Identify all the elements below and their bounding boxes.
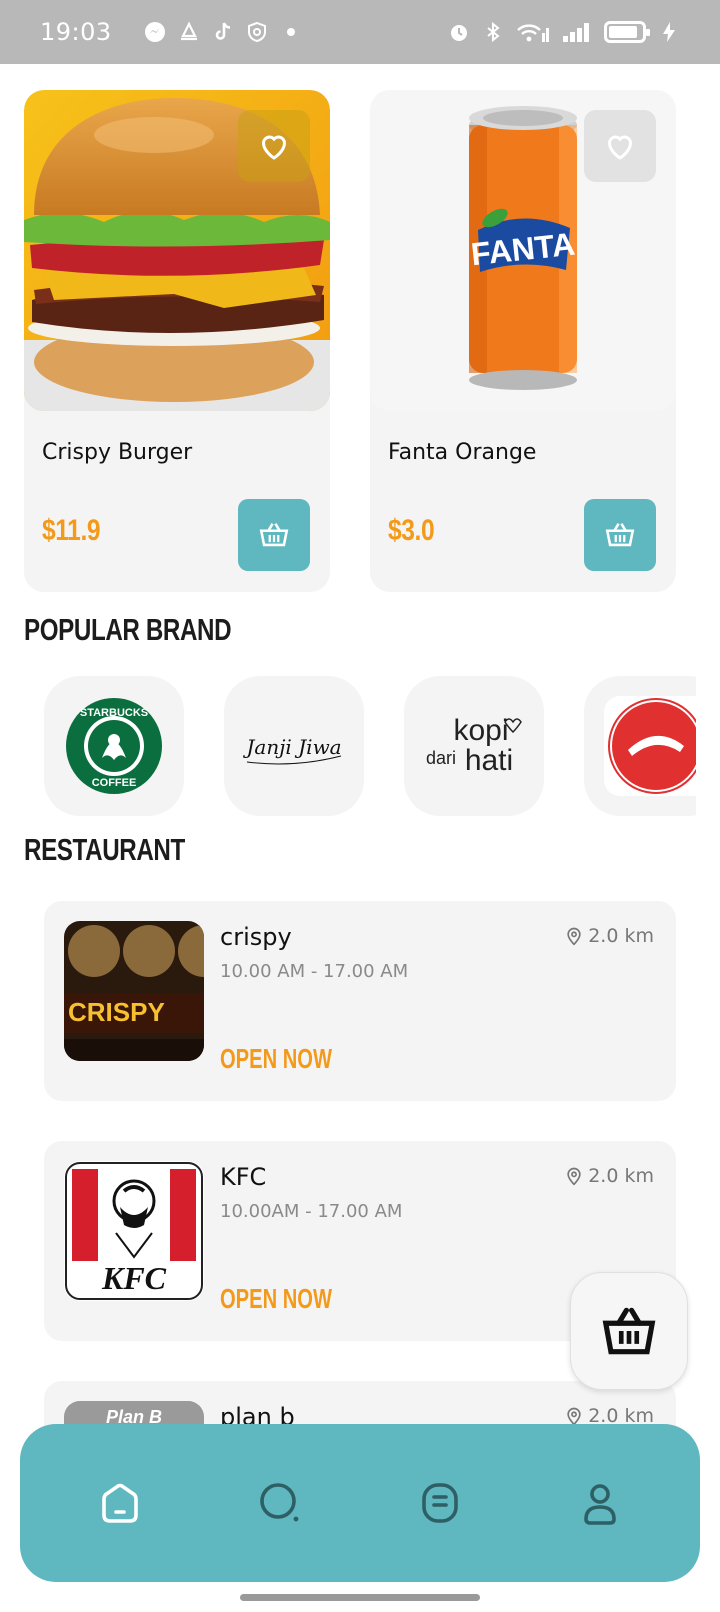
status-notification-icons <box>144 21 302 43</box>
wifi-icon <box>516 21 550 43</box>
distance-value: 2.0 km <box>588 925 654 947</box>
crispy-storefront-photo: CRISPY <box>64 921 204 1061</box>
product-name: Fanta Orange <box>388 440 537 465</box>
tiktok-icon <box>212 21 234 43</box>
charging-icon <box>658 21 680 43</box>
restaurant-distance: 2.0 km <box>564 925 654 947</box>
pizza-hut-logo <box>604 696 696 796</box>
nav-search[interactable] <box>240 1463 320 1543</box>
dot-icon <box>280 21 302 43</box>
kopi-dari-hati-logo: kopi dari hati <box>426 714 522 777</box>
restaurant-distance: 2.0 km <box>564 1165 654 1187</box>
search-icon <box>260 1483 299 1522</box>
notification-icon <box>178 21 200 43</box>
favorite-button[interactable] <box>584 110 656 182</box>
basket-icon <box>602 1307 656 1355</box>
nav-home[interactable] <box>80 1463 160 1543</box>
crispy-thumb-text: CRISPY <box>68 997 165 1027</box>
floating-cart-button[interactable] <box>570 1272 688 1390</box>
location-pin-icon <box>567 1167 581 1186</box>
product-card[interactable]: Crispy Burger $11.9 <box>24 90 330 592</box>
nav-profile[interactable] <box>560 1463 640 1543</box>
add-to-cart-button[interactable] <box>238 499 310 571</box>
profile-icon <box>584 1484 616 1525</box>
product-card[interactable]: FANTA Fanta Orange $3.0 <box>370 90 676 592</box>
alarm-icon <box>448 21 470 43</box>
orders-icon <box>422 1483 458 1523</box>
starbucks-logo: STARBUCKS COFFEE <box>66 698 162 794</box>
status-bar: 19:03 <box>0 0 720 64</box>
status-time: 19:03 <box>40 18 112 46</box>
basket-icon <box>259 523 289 547</box>
open-status: OPEN NOW <box>220 1043 333 1074</box>
restaurant-card[interactable]: CRISPY crispy 10.00 AM - 17.00 AM 2.0 km… <box>44 901 676 1101</box>
product-name: Crispy Burger <box>42 440 193 465</box>
restaurant-hours: 10.00AM - 17.00 AM <box>220 1201 403 1222</box>
add-to-cart-button[interactable] <box>584 499 656 571</box>
bluetooth-icon <box>482 21 504 43</box>
product-price: $3.0 <box>388 514 435 547</box>
distance-value: 2.0 km <box>588 1165 654 1187</box>
home-indicator[interactable] <box>240 1594 480 1601</box>
kopi-dari-hati-logo-top: kopi <box>453 714 508 747</box>
kopi-dari-hati-logo-bottom: hati <box>465 744 513 777</box>
restaurant-name: KFC <box>220 1163 267 1191</box>
restaurant-name: crispy <box>220 923 292 951</box>
brand-starbucks[interactable]: STARBUCKS COFFEE <box>44 676 184 816</box>
bottom-navigation <box>20 1424 700 1582</box>
heart-icon <box>607 135 633 160</box>
signal-icon <box>562 21 592 43</box>
favorite-button[interactable] <box>238 110 310 182</box>
brand-carousel[interactable]: STARBUCKS COFFEE Janji Jiwa kopi dari ha… <box>0 674 696 816</box>
home-icon <box>102 1483 138 1523</box>
kopi-dari-hati-logo-mid: dari <box>426 748 456 768</box>
status-left: 19:03 <box>40 18 302 46</box>
restaurant-hours: 10.00 AM - 17.00 AM <box>220 961 409 982</box>
location-pin-icon <box>567 927 581 946</box>
nav-orders[interactable] <box>400 1463 480 1543</box>
starbucks-logo-top-text: STARBUCKS <box>80 707 148 719</box>
janji-jiwa-logo-text: Janji Jiwa <box>242 735 341 759</box>
open-status: OPEN NOW <box>220 1283 333 1314</box>
heart-icon <box>261 135 287 160</box>
battery-icon <box>604 21 650 43</box>
popular-brand-heading: POPULAR BRAND <box>24 612 232 647</box>
product-price: $11.9 <box>42 514 101 547</box>
messenger-icon <box>144 21 166 43</box>
starbucks-logo-bottom-text: COFFEE <box>92 777 137 789</box>
location-pin-icon <box>567 1407 581 1426</box>
restaurant-heading: RESTAURANT <box>24 832 185 867</box>
brand-pizza-hut[interactable] <box>584 676 696 816</box>
brand-janji-jiwa[interactable]: Janji Jiwa <box>224 676 364 816</box>
kfc-logo: KFC <box>64 1161 204 1301</box>
janji-jiwa-logo: Janji Jiwa <box>242 735 342 765</box>
kfc-thumb-text: KFC <box>101 1260 167 1296</box>
brand-kopi-dari-hati[interactable]: kopi dari hati <box>404 676 544 816</box>
shield-icon <box>246 21 268 43</box>
status-system-icons <box>448 21 680 43</box>
battery-level <box>609 26 638 38</box>
basket-icon <box>605 523 635 547</box>
